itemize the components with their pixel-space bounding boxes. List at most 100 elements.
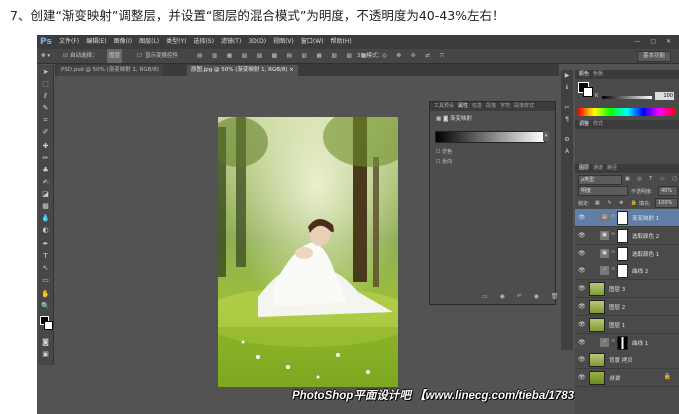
screen-mode-icon[interactable]: ▣	[38, 349, 53, 360]
visibility-eye-icon[interactable]: 👁	[578, 321, 586, 328]
panel-tab[interactable]: 颜色	[579, 71, 589, 77]
info-icon[interactable]: ℹ	[561, 84, 573, 94]
auto-select-dropdown[interactable]: 图层	[107, 49, 123, 63]
gradient-preview[interactable]	[435, 131, 545, 143]
visibility-eye-icon[interactable]: 👁	[578, 339, 586, 346]
gradient-tool-icon[interactable]: ▦	[38, 201, 53, 212]
document-tab[interactable]: PSD.psd @ 50% (渐变映射 1, RGB/8)	[57, 65, 163, 76]
mode-3d-buttons[interactable]: ◎ ✥ ✣ ⇄ ⤧	[382, 49, 448, 63]
eraser-tool-icon[interactable]: ◪	[38, 189, 53, 200]
fill-input[interactable]: 100%	[655, 198, 678, 208]
menu-item[interactable]: 视图(V)	[273, 38, 294, 45]
layer-thumbnail[interactable]	[589, 282, 605, 297]
quick-select-tool-icon[interactable]: ✎	[38, 103, 53, 114]
color-swatches-icon[interactable]	[38, 315, 53, 333]
layer-mask-thumbnail[interactable]	[617, 264, 628, 279]
link-icon[interactable]: ∞	[611, 231, 615, 237]
visibility-eye-icon[interactable]: 👁	[578, 374, 586, 381]
panel-tab[interactable]: 属性	[458, 103, 468, 109]
lock-icons[interactable]: ▦ ✎ ✥ 🔒	[595, 200, 640, 206]
move-tool-icon[interactable]: ✥ ▾	[41, 49, 50, 63]
paragraph-icon[interactable]: ¶	[561, 116, 573, 126]
panel-tab[interactable]: 路径	[607, 165, 617, 171]
panel-tab[interactable]: 样式	[593, 121, 603, 127]
layer-thumbnail[interactable]	[589, 300, 605, 314]
menu-item[interactable]: 帮助(H)	[331, 38, 352, 45]
zoom-tool-icon[interactable]: 🔍	[38, 301, 53, 312]
filter-icons[interactable]: ▣ ◎ T ▭ ▢	[625, 176, 679, 182]
history-brush-tool-icon[interactable]: ✍	[38, 177, 53, 188]
menu-item[interactable]: 文件(F)	[59, 38, 79, 45]
kind-filter-dropdown[interactable]: ρ类型	[578, 175, 622, 185]
history-icon[interactable]: ▶	[561, 72, 573, 82]
layer-row[interactable]: 👁 ⟋ ∞ 曲线 2	[575, 262, 679, 281]
color-spectrum[interactable]	[578, 108, 676, 116]
menu-item[interactable]: 窗口(W)	[301, 38, 324, 45]
layer-row[interactable]: 👁 ▤ ∞ 渐变映射 1	[575, 209, 679, 227]
hand-tool-icon[interactable]: ✋	[38, 289, 53, 300]
quick-mask-icon[interactable]: ◙	[38, 337, 53, 348]
layer-row[interactable]: 👁 ▣ ∞ 选取颜色 2	[575, 226, 679, 245]
character-icon[interactable]: A	[561, 148, 573, 158]
canvas-photo[interactable]	[218, 117, 398, 387]
panel-tab[interactable]: 字符	[500, 103, 510, 109]
panel-tab[interactable]: 通道	[593, 165, 603, 171]
visibility-eye-icon[interactable]: 👁	[578, 267, 586, 274]
link-icon[interactable]: ∞	[611, 249, 615, 255]
reverse-option[interactable]: ☐ 反向	[436, 158, 452, 165]
link-icon[interactable]: ∞	[611, 213, 615, 219]
panel-tab[interactable]: 段落样式	[514, 103, 534, 109]
align-buttons[interactable]: ▤ ▥ ▦ ▧ ▨ ▩ ▤ ▥ ▦ ▧ ▨ ▩	[197, 49, 371, 63]
settings-icon[interactable]: ⚙	[561, 136, 573, 146]
layer-row[interactable]: 👁 图层 3	[575, 280, 679, 299]
lasso-tool-icon[interactable]: ℓ	[38, 91, 53, 102]
layer-row[interactable]: 👁 背景 🔒	[575, 369, 679, 388]
tools-icon[interactable]: ✂	[561, 104, 573, 114]
menu-item[interactable]: 图像(I)	[114, 38, 132, 45]
menu-item[interactable]: 3D(D)	[248, 38, 266, 45]
move-tool-icon[interactable]: ➤	[38, 67, 53, 78]
link-icon[interactable]: ∞	[611, 338, 615, 344]
show-transform-checkbox[interactable]: ☐	[137, 49, 142, 63]
layer-thumbnail[interactable]	[589, 353, 605, 368]
opacity-input[interactable]: 40%	[658, 186, 678, 196]
dodge-tool-icon[interactable]: ◐	[38, 225, 53, 236]
auto-select-checkbox[interactable]: ☑	[63, 49, 68, 63]
path-select-tool-icon[interactable]: ↖	[38, 263, 53, 274]
layer-row[interactable]: 👁 ▣ ∞ 选取颜色 1	[575, 244, 679, 263]
panel-tab[interactable]: 图层	[579, 165, 589, 171]
properties-footer-icons[interactable]: ▭ ◉ ↶ ◉ 🗑	[482, 293, 563, 300]
layer-row[interactable]: 👁 ⟋ ∞ 曲线 1	[575, 333, 679, 352]
layer-mask-thumbnail[interactable]	[617, 335, 628, 350]
k-slider[interactable]	[602, 96, 652, 99]
panel-tab[interactable]: 调整	[579, 121, 589, 127]
panel-tab[interactable]: 色板	[593, 71, 603, 77]
dither-option[interactable]: ☐ 仿色	[436, 148, 452, 155]
brush-tool-icon[interactable]: ✏	[38, 153, 53, 164]
panel-tab[interactable]: 工具预设	[434, 103, 454, 109]
panel-tab[interactable]: 段落	[486, 103, 496, 109]
link-icon[interactable]: ∞	[611, 266, 615, 272]
menu-item[interactable]: 选择(S)	[193, 38, 214, 45]
layer-mask-thumbnail[interactable]	[617, 228, 628, 243]
type-tool-icon[interactable]: T	[38, 251, 53, 262]
visibility-eye-icon[interactable]: 👁	[578, 232, 586, 239]
visibility-eye-icon[interactable]: 👁	[578, 214, 586, 221]
layer-row[interactable]: 👁 图层 2	[575, 298, 679, 316]
menu-item[interactable]: 类型(Y)	[166, 38, 186, 45]
visibility-eye-icon[interactable]: 👁	[578, 303, 586, 310]
layer-mask-thumbnail[interactable]	[617, 246, 628, 261]
clone-stamp-tool-icon[interactable]: ♣	[38, 165, 53, 176]
visibility-eye-icon[interactable]: 👁	[578, 250, 586, 257]
healing-tool-icon[interactable]: ✚	[38, 141, 53, 152]
panel-tab[interactable]: 信息	[472, 103, 482, 109]
visibility-eye-icon[interactable]: 👁	[578, 356, 586, 363]
gradient-dropdown-icon[interactable]: ▾	[543, 131, 549, 141]
layer-thumbnail[interactable]	[589, 371, 605, 386]
blend-mode-dropdown[interactable]: 明度	[578, 186, 628, 196]
document-tab[interactable]: 原图.jpg @ 50% (渐变映射 1, RGB/8) ×	[187, 65, 298, 76]
marquee-tool-icon[interactable]: ⬚	[38, 79, 53, 90]
menu-item[interactable]: 图层(L)	[139, 38, 159, 45]
shape-tool-icon[interactable]: ▭	[38, 275, 53, 286]
layer-mask-thumbnail[interactable]	[617, 211, 628, 225]
